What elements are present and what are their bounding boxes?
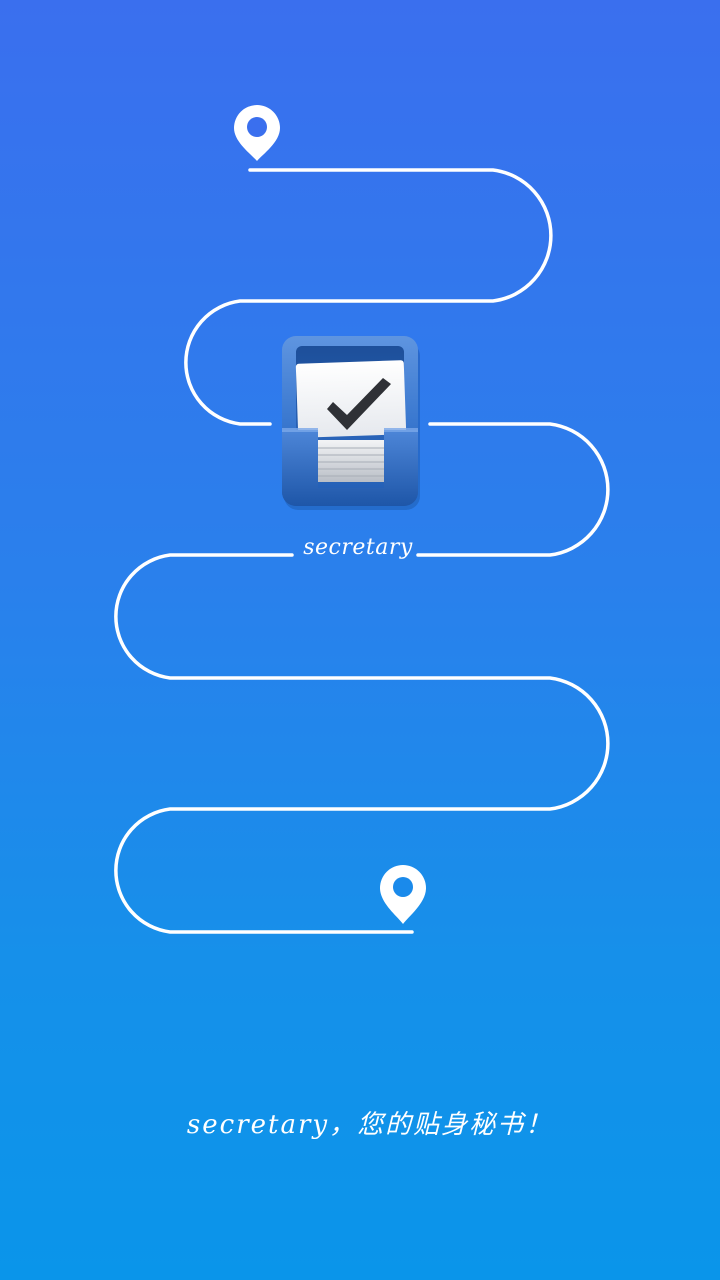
route-segment-lower <box>114 553 610 934</box>
tagline: secretary，您的贴身秘书！ <box>186 1110 554 1140</box>
end-map-pin-icon <box>380 865 426 924</box>
splash-illustration <box>114 105 610 934</box>
checklist-box-icon <box>282 336 420 510</box>
route-segment-middle <box>416 422 610 557</box>
start-map-pin-icon <box>234 105 280 161</box>
app-name-label: secretary <box>303 535 413 560</box>
